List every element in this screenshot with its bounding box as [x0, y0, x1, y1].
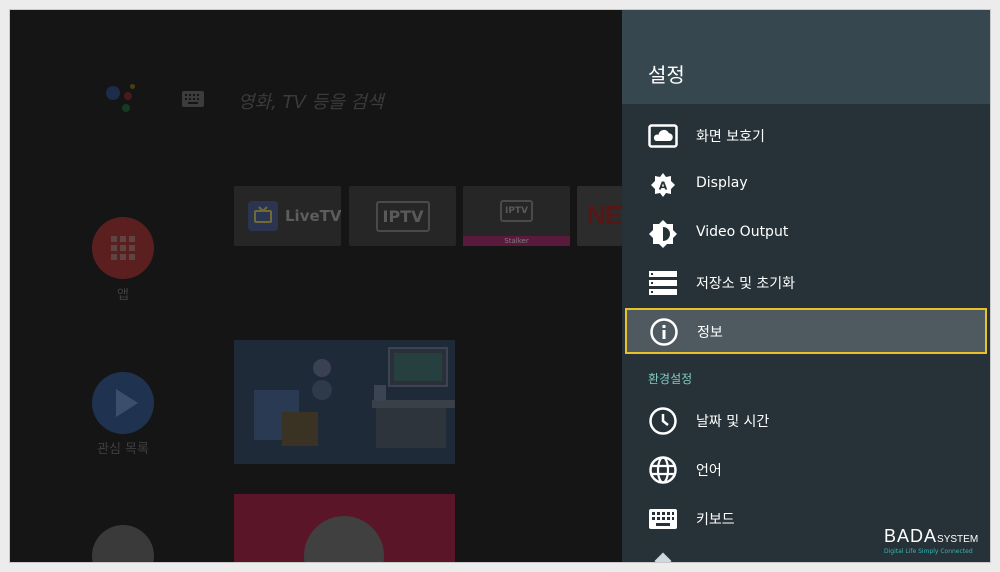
app-tile-netflix[interactable]: NETF: [577, 186, 652, 246]
brightness-icon: [648, 219, 678, 249]
tile-label: Stalker: [463, 236, 570, 246]
keyboard-icon: [648, 504, 678, 534]
settings-item-language[interactable]: 언어: [622, 446, 990, 493]
brand-name: BADASYSTEM: [884, 526, 979, 546]
app-tile-iptv[interactable]: IPTV: [349, 186, 456, 246]
tile-label: LiveTV: [285, 207, 342, 225]
settings-item-label: 언어: [696, 463, 722, 479]
settings-item-label: 정보: [697, 325, 723, 341]
film-icon: [304, 516, 384, 562]
play-icon: [116, 389, 138, 417]
play-movies-banner[interactable]: [234, 494, 455, 562]
settings-item-label: Display: [696, 175, 748, 191]
settings-item-label: 화면 보호기: [696, 129, 765, 145]
settings-item-label: 날짜 및 시간: [696, 414, 770, 430]
apps-label: 앱: [117, 288, 129, 303]
apps-grid-icon: [111, 236, 135, 260]
settings-title: 설정: [648, 63, 685, 87]
settings-item-about[interactable]: 정보: [625, 308, 987, 354]
settings-item-label: 키보드: [696, 512, 735, 528]
settings-item-date-time[interactable]: 날짜 및 시간: [622, 397, 990, 444]
tile-logo: IPTV: [500, 200, 533, 222]
globe-icon: [648, 455, 678, 485]
search-placeholder[interactable]: 영화, TV 등을 검색: [238, 88, 384, 114]
clock-icon: [648, 406, 678, 436]
featured-banner[interactable]: [234, 340, 455, 464]
apps-button[interactable]: [92, 217, 154, 279]
google-assistant-icon[interactable]: [106, 84, 140, 114]
keyboard-search-icon[interactable]: [182, 91, 204, 111]
settings-item-label: 저장소 및 초기화: [696, 276, 796, 292]
tv-icon: [248, 201, 278, 231]
brand-tagline: Digital Life Simply Connected: [884, 548, 973, 555]
display-icon: A: [648, 170, 678, 200]
settings-header: 설정: [622, 10, 990, 104]
settings-panel: 설정 화면 보호기 A Display Video Output 저장소 및 초…: [622, 10, 990, 562]
favorites-button[interactable]: [92, 372, 154, 434]
tv-screen: 영화, TV 등을 검색 LiveTV IPTV IPTV Stalker NE…: [9, 9, 991, 563]
storage-icon: [648, 268, 678, 298]
settings-item-display[interactable]: A Display: [622, 161, 990, 208]
scroll-more-indicator-icon: [654, 552, 672, 562]
bada-system-logo: BADASYSTEM Digital Life Simply Connected: [884, 526, 984, 555]
settings-item-storage-reset[interactable]: 저장소 및 초기화: [622, 259, 990, 306]
tile-label: IPTV: [376, 201, 430, 232]
screensaver-icon: [648, 121, 678, 151]
play-movies-button[interactable]: [92, 525, 154, 562]
app-tile-livetv[interactable]: LiveTV: [234, 186, 342, 246]
settings-item-screensaver[interactable]: 화면 보호기: [622, 112, 990, 159]
info-icon: [649, 317, 679, 347]
favorites-label: 관심 목록: [97, 442, 149, 457]
svg-text:A: A: [659, 180, 668, 193]
settings-item-label: Video Output: [696, 224, 789, 240]
section-label-preferences: 환경설정: [648, 372, 693, 386]
settings-item-video-output[interactable]: Video Output: [622, 210, 990, 257]
app-tile-stalker[interactable]: IPTV Stalker: [463, 186, 570, 246]
home-screen-dimmed: 영화, TV 등을 검색 LiveTV IPTV IPTV Stalker NE…: [10, 10, 652, 562]
living-room-illustration: [234, 340, 455, 464]
